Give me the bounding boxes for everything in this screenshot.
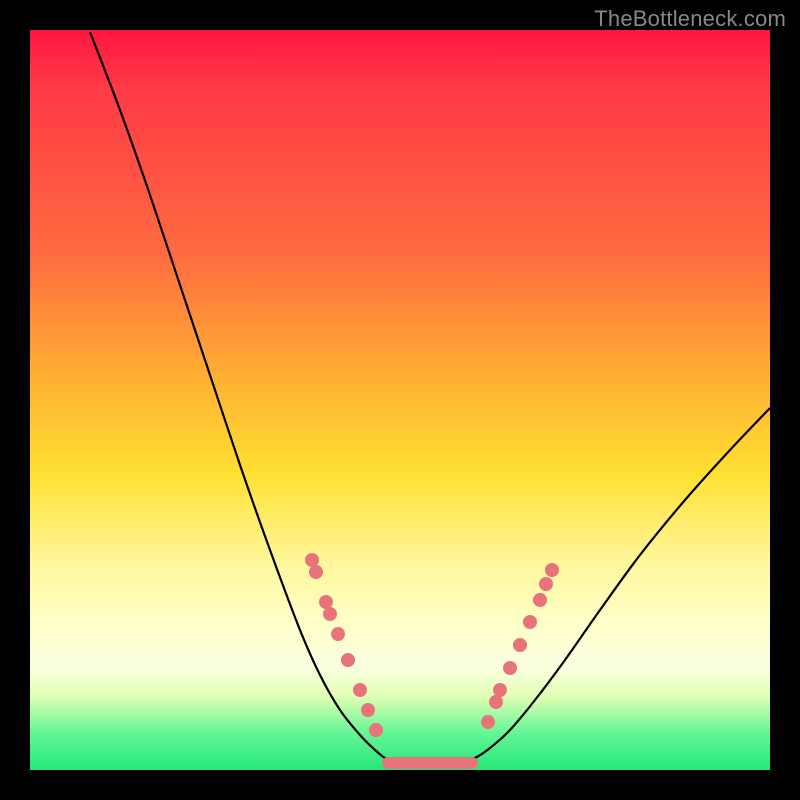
marker-right-0	[481, 715, 495, 729]
marker-left-5	[341, 653, 355, 667]
series-right-curve	[460, 408, 770, 763]
marker-right-7	[539, 577, 553, 591]
marker-right-1	[489, 695, 503, 709]
chart-svg	[30, 30, 770, 770]
marker-right-2	[493, 683, 507, 697]
marker-left-8	[369, 723, 383, 737]
watermark-label: TheBottleneck.com	[594, 6, 786, 32]
marker-left-7	[361, 703, 375, 717]
marker-left-4	[331, 627, 345, 641]
marker-left-3	[323, 607, 337, 621]
chart-plot-area	[30, 30, 770, 770]
chart-curves	[90, 32, 770, 763]
marker-left-6	[353, 683, 367, 697]
marker-right-3	[503, 661, 517, 675]
marker-left-2	[319, 595, 333, 609]
series-left-curve	[90, 32, 400, 763]
marker-right-5	[523, 615, 537, 629]
marker-right-8	[545, 563, 559, 577]
chart-markers	[305, 553, 559, 737]
marker-right-4	[513, 638, 527, 652]
marker-left-1	[309, 565, 323, 579]
marker-right-6	[533, 593, 547, 607]
marker-left-0	[305, 553, 319, 567]
